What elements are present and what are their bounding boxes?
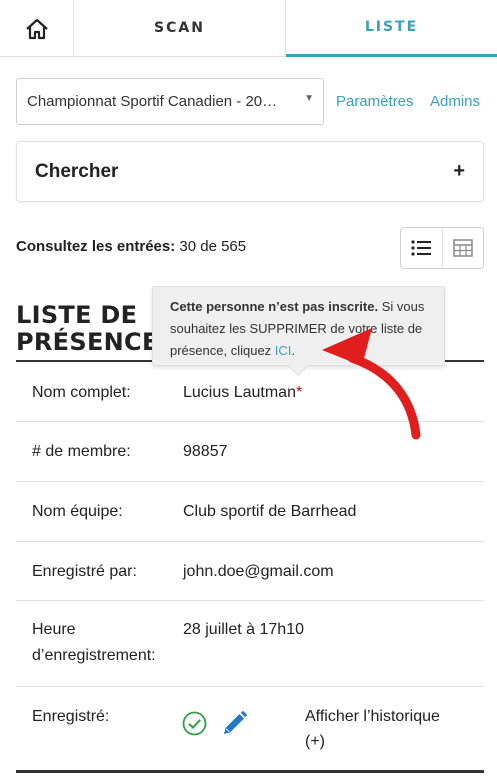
expand-plus-icon[interactable]: + <box>453 160 465 183</box>
registered-by-label: Enregistré par: <box>32 563 137 580</box>
full-name-value: Lucius Lautman* <box>183 380 302 406</box>
full-name-label: Nom complet: <box>32 384 131 401</box>
row-member-number: # de membre: 98857 <box>16 422 484 482</box>
row-full-name: Nom complet: Lucius Lautman* <box>16 362 484 422</box>
caret-down-icon: ▼ <box>304 93 314 104</box>
check-circle-icon <box>182 711 207 736</box>
team-name-value: Club sportif de Barrhead <box>183 503 357 520</box>
tooltip-end: . <box>291 343 296 358</box>
row-registered: Enregistré: Afficher l’historique (+) <box>16 687 484 773</box>
home-icon <box>25 18 48 39</box>
not-registered-tooltip: Cette personne n’est pas inscrite. Si vo… <box>152 286 445 376</box>
home-button[interactable] <box>0 0 74 57</box>
params-link[interactable]: Paramètres <box>336 93 414 110</box>
top-nav: SCAN LISTE <box>0 0 497 57</box>
team-name-label: Nom équipe: <box>32 503 123 520</box>
member-number-value: 98857 <box>183 443 228 460</box>
page-title: LISTE DE PRÉSENCE <box>16 302 166 356</box>
table-icon <box>453 239 473 257</box>
event-select-value: Championnat Sportif Canadien - 20… <box>27 93 278 110</box>
registration-time-value: 28 juillet à 17h10 <box>183 621 304 638</box>
tooltip-bold-text: Cette personne n’est pas inscrite. <box>170 299 379 314</box>
row-team-name: Nom équipe: Club sportif de Barrhead <box>16 482 484 542</box>
full-name-text: Lucius Lautman <box>183 384 296 401</box>
table-view-button[interactable] <box>443 228 484 268</box>
view-toggle <box>400 227 484 269</box>
entries-label: Consultez les entrées: <box>16 238 176 255</box>
list-view-button[interactable] <box>401 228 443 268</box>
edit-pencil-icon[interactable] <box>221 710 248 737</box>
show-history-line1: Afficher l’historique <box>305 708 440 725</box>
registration-time-label-1: Heure <box>32 621 76 638</box>
row-registered-by: Enregistré par: john.doe@gmail.com <box>16 542 484 601</box>
search-title: Chercher <box>35 160 119 182</box>
registered-by-value: john.doe@gmail.com <box>183 563 334 580</box>
registration-time-label-2: d’enregistrement: <box>32 647 156 664</box>
page-title-line1: LISTE DE <box>16 301 138 329</box>
attendee-details: Nom complet: Lucius Lautman* # de membre… <box>16 362 484 773</box>
show-history-line2: (+) <box>305 733 325 750</box>
tab-scan[interactable]: SCAN <box>74 0 286 56</box>
row-registration-time: Heure d’enregistrement: 28 juillet à 17h… <box>16 601 484 687</box>
search-panel[interactable]: Chercher + <box>16 141 484 202</box>
show-history-link[interactable]: Afficher l’historique (+) <box>305 704 475 754</box>
event-select[interactable]: Championnat Sportif Canadien - 20… ▼ <box>16 78 324 125</box>
list-icon <box>411 240 432 256</box>
page-title-line2: PRÉSENCE <box>16 328 159 356</box>
tab-liste[interactable]: LISTE <box>286 0 497 57</box>
registration-time-label: Heure d’enregistrement: <box>32 617 156 669</box>
required-marker: * <box>295 384 303 401</box>
entries-count: 30 de 565 <box>179 238 247 255</box>
entries-summary: Consultez les entrées: 30 de 565 <box>16 238 246 255</box>
registered-label: Enregistré: <box>32 708 110 725</box>
bottom-divider <box>16 770 484 773</box>
admins-link[interactable]: Admins <box>430 93 480 110</box>
delete-here-link[interactable]: ICI <box>275 343 292 358</box>
member-number-label: # de membre: <box>32 443 131 460</box>
